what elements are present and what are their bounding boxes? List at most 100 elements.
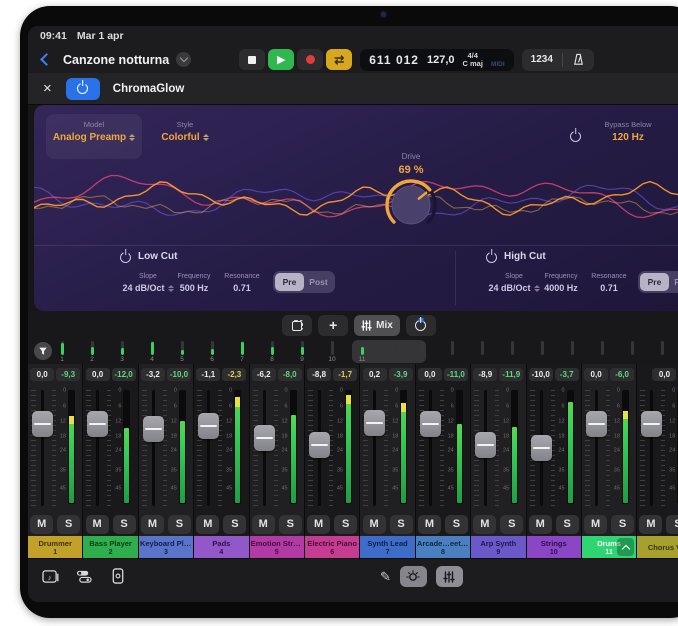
- mute-button[interactable]: M: [86, 515, 109, 534]
- edit-pencil-icon[interactable]: ✎: [380, 569, 391, 585]
- track-label[interactable]: Drummer1: [28, 536, 82, 558]
- volume-fader[interactable]: [641, 411, 662, 437]
- mute-button[interactable]: M: [196, 515, 219, 534]
- mute-button[interactable]: M: [584, 515, 607, 534]
- low-cut-frequency[interactable]: Frequency 500 Hz: [170, 273, 218, 293]
- high-cut-resonance[interactable]: Resonance 0.71: [585, 273, 633, 293]
- track-label[interactable]: Bass Player2: [83, 536, 137, 558]
- volume-fader[interactable]: [364, 410, 385, 436]
- mix-view-button[interactable]: Mix: [354, 315, 400, 336]
- mute-button[interactable]: M: [141, 515, 164, 534]
- low-cut-slope[interactable]: Slope 24 dB/Oct: [121, 273, 175, 293]
- metronome-icon[interactable]: [572, 53, 585, 66]
- volume-fader[interactable]: [198, 413, 219, 439]
- volume-fader[interactable]: [309, 432, 330, 458]
- volume-fader[interactable]: [586, 411, 607, 437]
- solo-button[interactable]: S: [611, 515, 634, 534]
- play-button[interactable]: ▶: [268, 49, 294, 70]
- song-title[interactable]: Canzone notturna: [63, 53, 169, 67]
- track-label[interactable]: Synth Lead7: [360, 536, 414, 558]
- back-icon[interactable]: [40, 53, 53, 66]
- overview-track-meter[interactable]: [505, 341, 519, 356]
- drive-knob[interactable]: [383, 177, 439, 233]
- track-label[interactable]: Strings10: [527, 536, 581, 558]
- bypass-power-icon[interactable]: [570, 129, 581, 147]
- overview-track-meter[interactable]: [535, 341, 549, 356]
- style-select[interactable]: Style Colorful: [146, 120, 224, 143]
- overview-track-meter[interactable]: 1: [55, 341, 69, 363]
- overview-track-meter[interactable]: [475, 341, 489, 356]
- solo-button[interactable]: S: [500, 515, 523, 534]
- volume-fader[interactable]: [420, 411, 441, 437]
- mute-button[interactable]: M: [363, 515, 386, 534]
- high-cut-frequency[interactable]: Frequency 4000 Hz: [537, 273, 585, 293]
- mute-button[interactable]: M: [30, 515, 53, 534]
- level-control[interactable]: Level 0.0: [662, 120, 678, 143]
- overview-track-meter[interactable]: [595, 341, 609, 356]
- solo-button[interactable]: S: [57, 515, 80, 534]
- overview-track-meter[interactable]: 11: [355, 341, 369, 363]
- high-cut-slope[interactable]: Slope 24 dB/Oct: [487, 273, 541, 293]
- solo-button[interactable]: S: [390, 515, 413, 534]
- solo-button[interactable]: S: [113, 515, 136, 534]
- overview-track-meter[interactable]: [565, 341, 579, 356]
- track-label[interactable]: Drums11: [582, 536, 636, 558]
- add-track-button[interactable]: +: [318, 315, 348, 336]
- track-label[interactable]: Chorus V: [637, 536, 678, 558]
- pre-button[interactable]: Pre: [640, 273, 669, 291]
- volume-fader[interactable]: [531, 435, 552, 461]
- mute-button[interactable]: M: [418, 515, 441, 534]
- controls-view-button[interactable]: [400, 566, 427, 587]
- overview-track-meter[interactable]: 5: [175, 341, 189, 363]
- solo-button[interactable]: S: [334, 515, 357, 534]
- overview-track-meter[interactable]: 4: [145, 341, 159, 363]
- solo-button[interactable]: S: [556, 515, 579, 534]
- track-label[interactable]: Keyboard Player3: [139, 536, 193, 558]
- mute-button[interactable]: M: [307, 515, 330, 534]
- overview-track-meter[interactable]: [385, 341, 399, 356]
- low-cut-power-icon[interactable]: [120, 250, 131, 268]
- solo-button[interactable]: S: [223, 515, 246, 534]
- bypass-below-control[interactable]: Bypass Below 120 Hz: [590, 120, 666, 143]
- track-label[interactable]: Pads4: [194, 536, 248, 558]
- overview-track-meter[interactable]: 9: [295, 341, 309, 363]
- track-controls-button[interactable]: [74, 566, 94, 586]
- volume-fader[interactable]: [475, 432, 496, 458]
- overview-track-meter[interactable]: 8: [265, 341, 279, 363]
- mute-button[interactable]: M: [252, 515, 275, 534]
- mute-button[interactable]: M: [639, 515, 662, 534]
- overview-track-meter[interactable]: 10: [325, 341, 339, 363]
- mute-button[interactable]: M: [529, 515, 552, 534]
- volume-fader[interactable]: [254, 425, 275, 451]
- overview-track-meter[interactable]: 2: [85, 341, 99, 363]
- overview-track-meter[interactable]: 3: [115, 341, 129, 363]
- overview-track-meter[interactable]: [445, 341, 459, 356]
- track-label[interactable]: Arcade…eet Pad8: [416, 536, 470, 558]
- pre-button[interactable]: Pre: [275, 273, 304, 291]
- volume-fader[interactable]: [143, 416, 164, 442]
- close-icon[interactable]: ×: [43, 81, 52, 96]
- solo-button[interactable]: S: [666, 515, 678, 534]
- model-select[interactable]: Model Analog Preamp: [46, 114, 142, 159]
- high-cut-power-icon[interactable]: [486, 250, 497, 268]
- record-button[interactable]: [297, 49, 323, 70]
- faders-view-button[interactable]: [436, 566, 463, 587]
- overview-track-meter[interactable]: [655, 341, 669, 356]
- solo-button[interactable]: S: [279, 515, 302, 534]
- filter-button[interactable]: [34, 342, 52, 360]
- track-label[interactable]: Electric Piano6: [305, 536, 359, 558]
- collapse-chevron-button[interactable]: [617, 538, 634, 556]
- plugins-button[interactable]: [108, 566, 128, 586]
- solo-button[interactable]: S: [168, 515, 191, 534]
- stop-button[interactable]: [239, 49, 265, 70]
- lcd-display[interactable]: 611 012 127,0 4/4 C maj MIDI: [360, 49, 513, 71]
- solo-button[interactable]: S: [445, 515, 468, 534]
- duplicate-button[interactable]: [282, 315, 312, 336]
- volume-fader[interactable]: [87, 411, 108, 437]
- cycle-button[interactable]: ⇄: [326, 49, 352, 70]
- track-label[interactable]: Arp Synth9: [471, 536, 525, 558]
- plugin-power-button[interactable]: [66, 78, 100, 100]
- overview-track-meter[interactable]: [415, 341, 429, 356]
- mute-button[interactable]: M: [473, 515, 496, 534]
- mixer-power-button[interactable]: [406, 315, 436, 336]
